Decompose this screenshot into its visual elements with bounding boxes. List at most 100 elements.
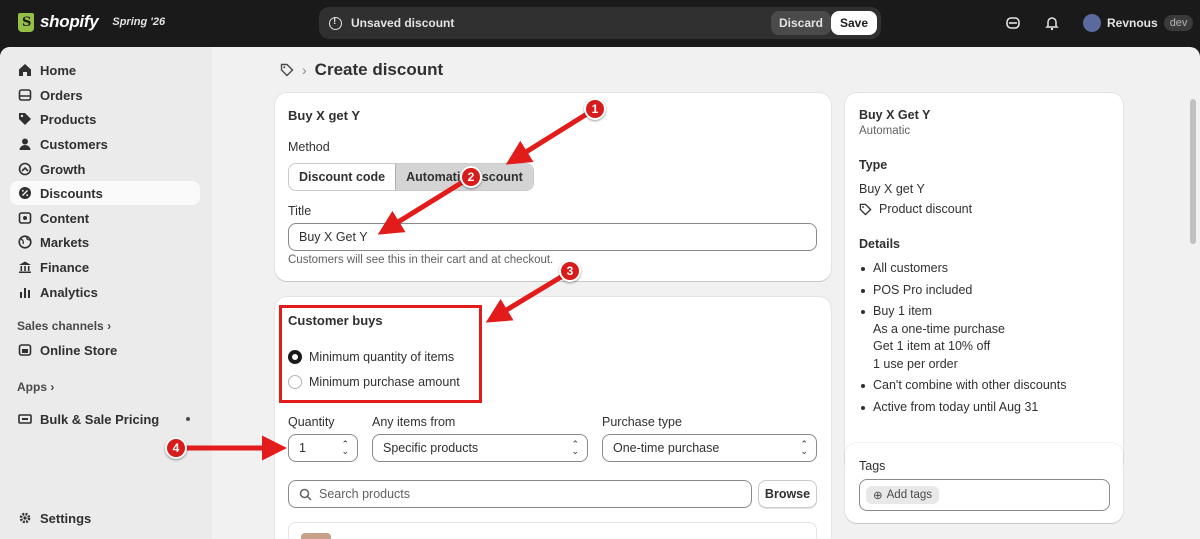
- search-products-input[interactable]: Search products: [288, 480, 752, 508]
- annotation-badge-3: 3: [559, 260, 581, 282]
- tag-icon: [859, 203, 872, 216]
- tags-card: Tags ⊕ Add tags: [845, 443, 1123, 523]
- discount-tag-icon[interactable]: [280, 63, 294, 77]
- chevron-right-icon: ›: [50, 380, 55, 394]
- brand-name: shopify: [40, 12, 99, 31]
- sidebar-item-label: Content: [40, 210, 90, 226]
- edition-label: Spring '26: [112, 16, 166, 28]
- sidebar: Home Orders Products Customers Growth Di…: [0, 47, 212, 539]
- discard-button[interactable]: Discard: [770, 11, 831, 35]
- sidebar-item-label: Bulk & Sale Pricing: [40, 411, 160, 427]
- select-chevron-icon: ⌃ ⌄: [571, 439, 579, 456]
- user-menu[interactable]: Revnous dev: [1083, 14, 1194, 32]
- summary-title: Buy X Get Y: [859, 108, 931, 122]
- sales-channels-header[interactable]: Sales channels ›: [17, 319, 111, 333]
- bank-icon: [19, 261, 31, 273]
- product-list-item[interactable]: [288, 522, 817, 539]
- type-kind-label: Product discount: [879, 202, 973, 216]
- method-card: Buy X get Y Method Discount code Automat…: [275, 93, 831, 281]
- sidebar-item-label: Growth: [40, 161, 86, 177]
- list-item: Can't combine with other discounts: [859, 377, 1066, 395]
- detail-line: Buy 1 item: [873, 304, 933, 318]
- sidebar-item-label: Settings: [40, 510, 92, 526]
- select-chevron-icon: ⌃ ⌄: [800, 439, 808, 456]
- summary-card: Buy X Get Y Automatic Type Buy X get Y P…: [845, 93, 1123, 473]
- quantity-stepper[interactable]: 1 ⌃ ⌄: [288, 434, 358, 462]
- top-bar: shopify Spring '26 Unsaved discount Disc…: [0, 0, 1200, 47]
- items-select-value: Specific products: [383, 441, 479, 455]
- sidekick-icon[interactable]: [1005, 15, 1021, 31]
- method-segmented-control: Discount code Automatic discount: [288, 163, 534, 191]
- type-heading: Type: [859, 158, 888, 172]
- page-title: Create discount: [314, 60, 444, 79]
- sidebar-item-label: Home: [40, 62, 77, 78]
- discount-icon: [19, 187, 31, 199]
- sidebar-item-home[interactable]: Home: [10, 58, 200, 82]
- person-icon: [19, 138, 31, 150]
- sidebar-item-growth[interactable]: Growth: [10, 157, 200, 181]
- unsaved-label: Unsaved discount: [351, 16, 455, 30]
- sales-channels-label: Sales channels: [17, 319, 104, 333]
- shopify-logo[interactable]: shopify Spring '26: [18, 12, 165, 32]
- bell-icon[interactable]: [1044, 15, 1060, 31]
- save-button[interactable]: Save: [830, 11, 877, 35]
- discount-code-option[interactable]: Discount code: [289, 164, 395, 190]
- browse-button[interactable]: Browse: [758, 480, 817, 508]
- purchase-type-value: One-time purchase: [613, 441, 720, 455]
- unsaved-changes-bar: Unsaved discount Discard Save: [319, 7, 881, 39]
- growth-icon: [18, 162, 32, 176]
- quantity-value: 1: [299, 441, 306, 455]
- sidebar-item-markets[interactable]: Markets: [10, 230, 200, 254]
- title-label: Title: [288, 204, 312, 218]
- orders-icon: [18, 89, 32, 101]
- shopify-bag-icon: [18, 12, 34, 32]
- gear-icon: [19, 512, 31, 524]
- quantity-label: Quantity: [288, 415, 335, 429]
- detail-line: As a one-time purchase: [873, 321, 1006, 336]
- sidebar-item-customers[interactable]: Customers: [10, 132, 200, 156]
- sidebar-item-finance[interactable]: Finance: [10, 255, 200, 279]
- title-input[interactable]: Buy X Get Y: [288, 223, 817, 251]
- annotation-badge-4: 4: [165, 437, 187, 459]
- apps-header[interactable]: Apps ›: [17, 380, 54, 394]
- type-name: Buy X get Y: [859, 182, 925, 196]
- detail-line: Get 1 item at 10% off: [873, 339, 991, 353]
- items-label: Any items from: [372, 415, 456, 429]
- alert-icon: [329, 16, 342, 30]
- method-label: Method: [288, 140, 330, 154]
- sidebar-item-products[interactable]: Products: [10, 107, 200, 131]
- store-badge: dev: [1163, 15, 1194, 31]
- chart-icon: [20, 288, 30, 298]
- purchase-type-select[interactable]: One-time purchase ⌃ ⌄: [602, 434, 817, 462]
- sidebar-item-label: Finance: [40, 259, 90, 275]
- annotation-badge-1: 1: [584, 98, 606, 120]
- breadcrumb: › Create discount: [280, 60, 443, 80]
- content-icon: [18, 212, 32, 224]
- details-heading: Details: [859, 237, 900, 251]
- home-icon: [19, 64, 31, 76]
- sidebar-item-content[interactable]: Content: [10, 206, 200, 230]
- product-thumbnail: [301, 533, 331, 539]
- tags-input[interactable]: ⊕ Add tags: [859, 479, 1110, 511]
- sidebar-item-discounts[interactable]: Discounts: [10, 181, 200, 205]
- stepper-arrows-icon[interactable]: ⌃ ⌄: [341, 440, 349, 456]
- sidebar-item-label: Online Store: [40, 342, 118, 358]
- page-scrollbar[interactable]: [1190, 99, 1196, 244]
- sidebar-item-analytics[interactable]: Analytics: [10, 280, 200, 304]
- sidebar-item-orders[interactable]: Orders: [10, 83, 200, 107]
- sidebar-item-online-store[interactable]: Online Store: [10, 338, 200, 362]
- purchase-type-label: Purchase type: [602, 415, 682, 429]
- add-tags-button[interactable]: ⊕ Add tags: [866, 486, 940, 504]
- sidebar-item-label: Customers: [40, 136, 108, 152]
- add-tags-label: Add tags: [886, 489, 933, 501]
- tag-icon: [19, 113, 31, 125]
- items-select[interactable]: Specific products ⌃ ⌄: [372, 434, 588, 462]
- sidebar-item-label: Markets: [40, 234, 90, 250]
- sidebar-item-settings[interactable]: Settings: [10, 506, 200, 530]
- annotation-highlight-box: [279, 305, 482, 403]
- annotation-badge-2: 2: [460, 166, 482, 188]
- list-item: All customers: [859, 260, 1066, 278]
- app-shell: Home Orders Products Customers Growth Di…: [0, 47, 1200, 539]
- sidebar-item-label: Analytics: [40, 284, 98, 300]
- sidebar-item-bulk-sale-pricing[interactable]: Bulk & Sale Pricing: [10, 407, 200, 431]
